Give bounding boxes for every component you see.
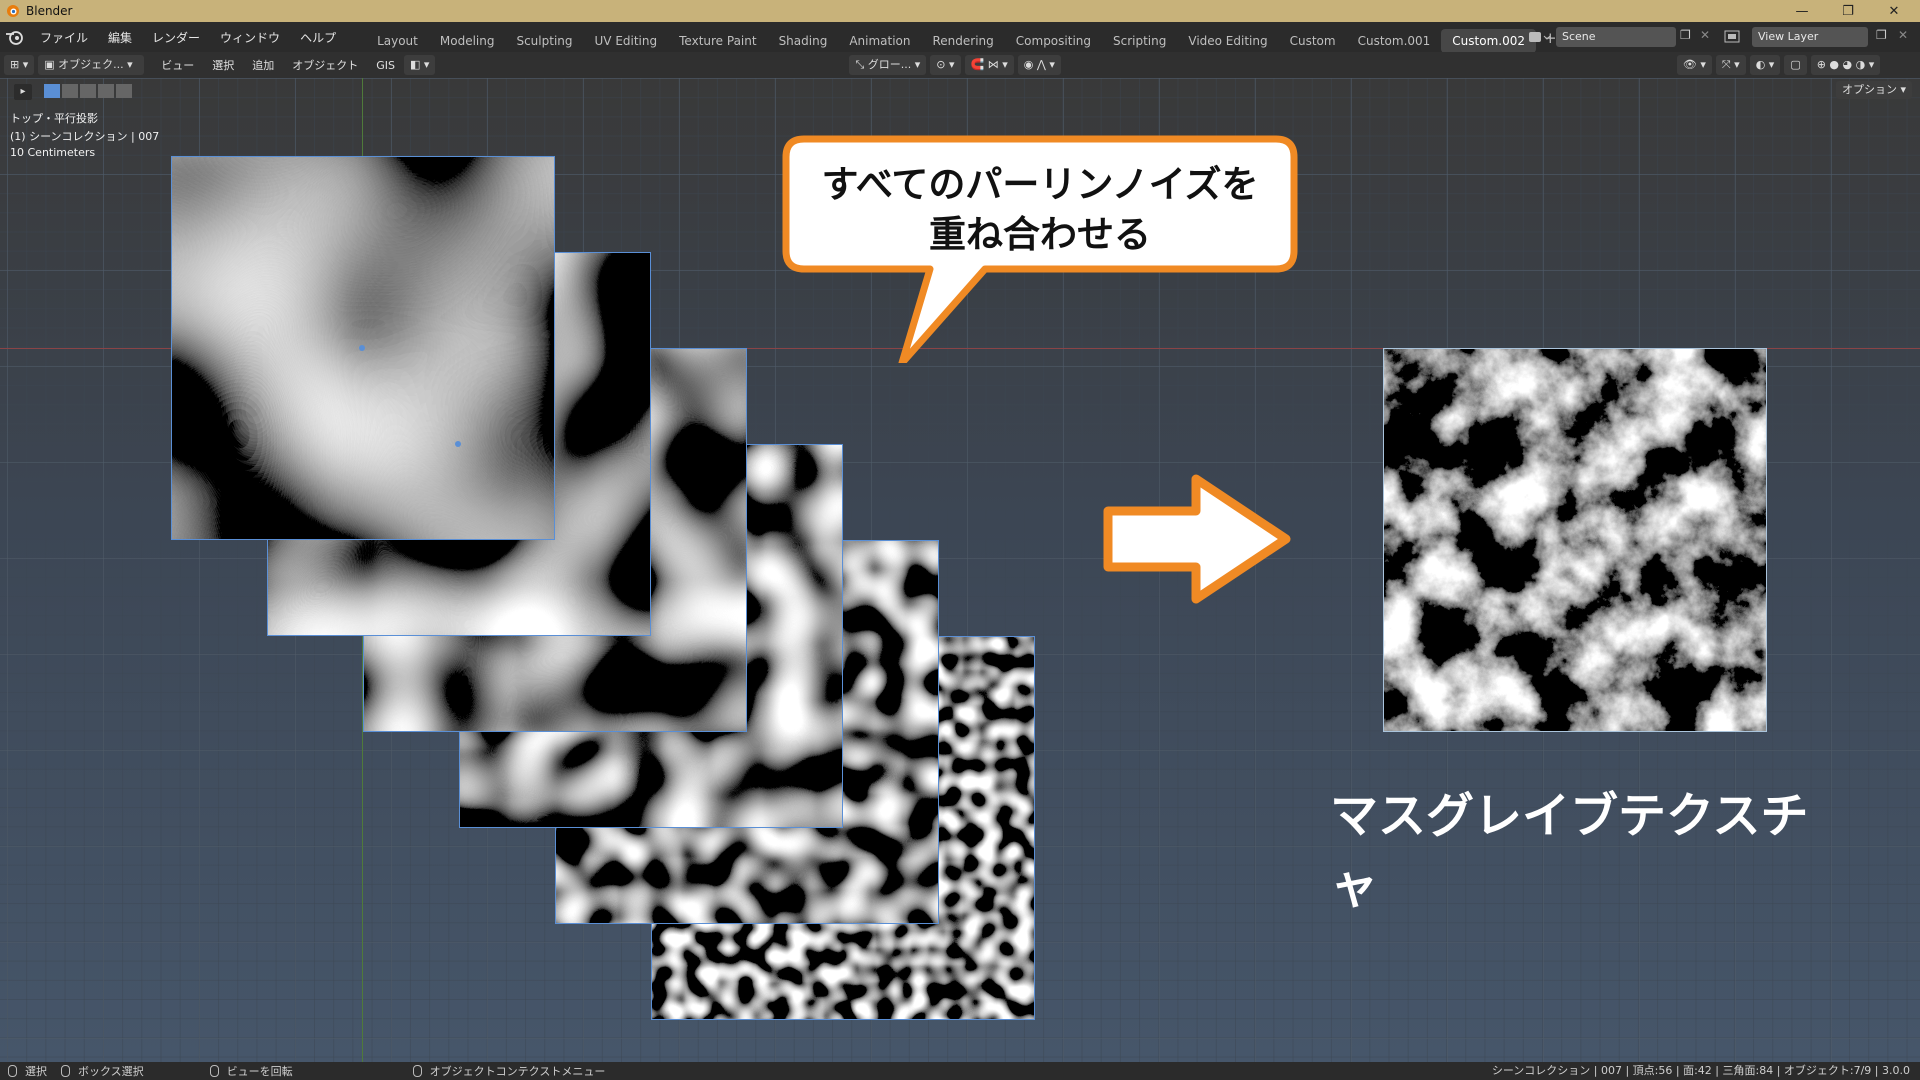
menu-gis[interactable]: GIS [367, 59, 404, 72]
musgrave-result-tile[interactable] [1383, 348, 1767, 732]
transform-label: グロー... [867, 58, 912, 71]
tab-uv-editing[interactable]: UV Editing [584, 29, 669, 53]
musgrave-texture [1384, 349, 1766, 731]
tab-modeling[interactable]: Modeling [429, 29, 506, 53]
menu-render[interactable]: レンダー [142, 22, 210, 54]
gis-dropdown-icon[interactable]: ◧ ▾ [404, 55, 436, 75]
gizmo-icon[interactable]: ⤧ ▾ [1715, 55, 1746, 75]
tab-compositing[interactable]: Compositing [1005, 29, 1102, 53]
status-rotate: ビューを回転 [226, 1065, 293, 1078]
origin-point [455, 441, 461, 447]
view-layer-icon[interactable] [1722, 27, 1748, 47]
callout-line-2: 重ね合わせる [929, 213, 1151, 256]
new-view-layer-icon[interactable]: ❐ [1876, 28, 1887, 42]
collection-label: (1) シーンコレクション | 007 [10, 130, 160, 143]
menu-edit[interactable]: 編集 [98, 22, 142, 54]
editor-type-icon[interactable]: ⊞ ▾ [4, 55, 35, 75]
delete-scene-icon[interactable]: ✕ [1700, 28, 1710, 42]
view-name-label: トップ・平行投影 [10, 112, 98, 125]
tab-shading[interactable]: Shading [768, 29, 839, 53]
mode-select[interactable]: ▣ オブジェク... ▾ [38, 55, 145, 75]
options-dropdown[interactable]: オプション ▾ [1836, 81, 1913, 99]
select-extend-icon[interactable] [62, 84, 78, 98]
arrow-right-icon [1103, 474, 1291, 604]
scene-statistics: シーンコレクション | 007 | 頂点:56 | 面:42 | 三角面:84 … [1491, 1064, 1910, 1077]
proportional-edit-icon[interactable]: ◉ ⋀ ▾ [1017, 55, 1061, 75]
origin-point [359, 345, 365, 351]
overlay-icon[interactable]: ◐ ▾ [1749, 55, 1781, 75]
menu-help[interactable]: ヘルプ [290, 22, 346, 54]
tool-select-icon[interactable]: ▸ [14, 84, 32, 100]
mouse-drag-icon [61, 1065, 70, 1077]
select-intersect-icon[interactable] [116, 84, 132, 98]
xray-icon[interactable]: ▢ [1784, 55, 1807, 75]
title-bar: Blender — ❐ ✕ [0, 0, 1920, 22]
blender-menu-icon[interactable] [0, 22, 30, 54]
menu-view[interactable]: ビュー [152, 57, 203, 73]
shading-modes-icon[interactable]: ⊕ ● ◕ ◑ ▾ [1810, 55, 1881, 75]
tab-custom-002[interactable]: Custom.002 [1441, 29, 1536, 53]
select-mode-icons[interactable] [44, 84, 132, 100]
3d-viewport[interactable]: ▸ トップ・平行投影 (1) シーンコレクション | 007 10 Centim… [0, 78, 1920, 1062]
scene-name-field[interactable]: Scene [1556, 27, 1676, 47]
status-box-select: ボックス選択 [78, 1065, 144, 1078]
tab-animation[interactable]: Animation [838, 29, 921, 53]
pivot-icon[interactable]: ⊙ ▾ [930, 55, 961, 75]
select-subtract-icon[interactable] [80, 84, 96, 98]
viewport-header: ⊞ ▾ ▣ オブジェク... ▾ ビュー 選択 追加 オブジェクト GIS ◧ … [0, 52, 1920, 78]
tab-custom[interactable]: Custom [1279, 29, 1347, 53]
select-new-icon[interactable] [44, 84, 60, 98]
status-select: 選択 [25, 1065, 47, 1078]
close-window-icon[interactable]: ✕ [1872, 0, 1916, 22]
scene-icon[interactable] [1526, 27, 1552, 47]
snap-icon[interactable]: 🧲 ⋈ ▾ [964, 55, 1014, 75]
menu-add[interactable]: 追加 [243, 57, 283, 73]
callout-text: すべてのパーリンノイズを 重ね合わせる [780, 160, 1300, 260]
select-invert-icon[interactable] [98, 84, 114, 98]
tab-scripting[interactable]: Scripting [1102, 29, 1177, 53]
blender-logo-icon [7, 5, 19, 17]
tab-video-editing[interactable]: Video Editing [1177, 29, 1278, 53]
status-context-menu: オブジェクトコンテクストメニュー [429, 1065, 606, 1078]
status-bar: 選択 ボックス選択 ビューを回転 オブジェクトコンテクストメニュー シーンコレク… [0, 1062, 1920, 1080]
view-layer-field[interactable]: View Layer [1752, 27, 1868, 47]
menu-file[interactable]: ファイル [30, 22, 98, 54]
tab-layout[interactable]: Layout [366, 29, 429, 53]
tab-rendering[interactable]: Rendering [922, 29, 1005, 53]
window-title: Blender [26, 4, 73, 18]
menu-select[interactable]: 選択 [203, 57, 243, 73]
mode-label: オブジェク... [58, 58, 124, 71]
menu-window[interactable]: ウィンドウ [210, 22, 290, 54]
tab-custom-001[interactable]: Custom.001 [1347, 29, 1442, 53]
minimize-icon[interactable]: — [1780, 0, 1824, 22]
tab-sculpting[interactable]: Sculpting [505, 29, 583, 53]
transform-orientation-select[interactable]: ⤡ グロー... ▾ [849, 55, 927, 75]
new-scene-icon[interactable]: ❐ [1680, 28, 1691, 42]
options-label: オプション [1842, 83, 1897, 96]
menu-object[interactable]: オブジェクト [283, 57, 367, 73]
mouse-middle-icon [209, 1065, 219, 1077]
visibility-icon[interactable]: 👁 ▾ [1676, 55, 1712, 75]
scale-label: 10 Centimeters [10, 146, 96, 159]
restore-icon[interactable]: ❐ [1826, 0, 1870, 22]
tab-texture-paint[interactable]: Texture Paint [668, 29, 767, 53]
mouse-right-icon [412, 1065, 422, 1077]
mouse-left-icon [8, 1065, 17, 1077]
callout-line-1: すべてのパーリンノイズを [821, 163, 1259, 206]
delete-view-layer-icon[interactable]: ✕ [1898, 28, 1908, 42]
result-label: マスグレイブテクスチャ [1330, 788, 1809, 914]
